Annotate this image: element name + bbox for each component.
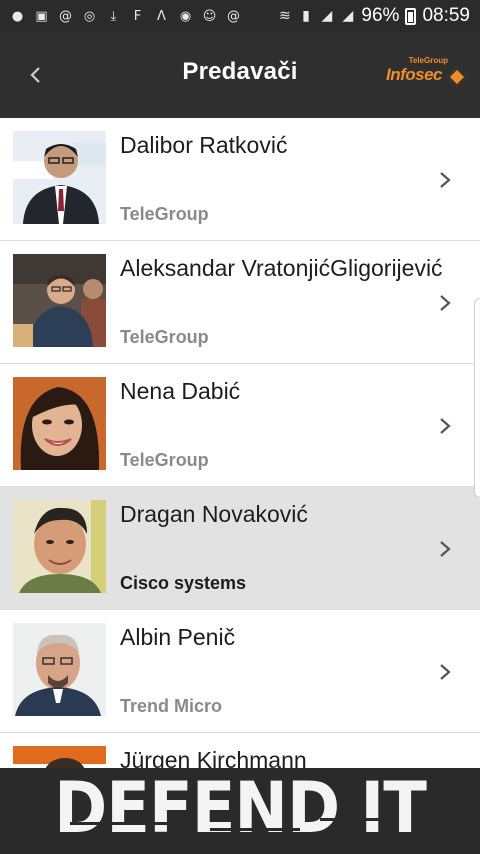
- glitch-line: [70, 822, 190, 825]
- notification-icons: ● ▣ @ ◎ ⤓ F Λ ◉ ☺ @: [10, 9, 277, 24]
- face-icon: ☺: [202, 8, 217, 24]
- logo-small-text: TeleGroup: [408, 56, 448, 65]
- speaker-photo: [13, 500, 106, 593]
- clock: 08:59: [422, 5, 470, 26]
- signal-icon: ◢: [342, 8, 354, 24]
- banner-text: DEFEND IT: [54, 768, 427, 850]
- system-status: ≋ ▮ ◢ ◢ 96% 08:59: [277, 5, 470, 27]
- speaker-photo: [13, 254, 106, 347]
- chevron-right-icon: [440, 418, 451, 434]
- speaker-photo: [13, 377, 106, 470]
- speaker-name: Jürgen Kirchmann: [120, 747, 307, 768]
- edge-panel-handle[interactable]: [474, 298, 480, 498]
- speaker-photo: [13, 746, 106, 768]
- speaker-row[interactable]: Albin Penič Trend Micro: [0, 610, 480, 733]
- glitch-line: [210, 828, 300, 831]
- battery-icon: [405, 7, 417, 25]
- speaker-name: Nena Dabić: [120, 378, 241, 404]
- speaker-name: Aleksandar VratonjićGligorijević: [120, 255, 443, 281]
- speaker-row[interactable]: Dalibor Ratković TeleGroup: [0, 118, 480, 241]
- speaker-company: TeleGroup: [120, 204, 209, 224]
- status-bar: ● ▣ @ ◎ ⤓ F Λ ◉ ☺ @ ≋ ▮ ◢ ◢ 96% 08:59: [0, 0, 480, 32]
- battery-percent: 96%: [361, 5, 400, 26]
- download-icon: ⤓: [110, 8, 117, 24]
- speaker-name: Albin Penič: [120, 624, 236, 650]
- f-icon: F: [133, 8, 142, 24]
- speaker-row[interactable]: Dragan Novaković Cisco systems: [0, 487, 480, 610]
- chevron-right-icon: [440, 295, 451, 311]
- glitch-line: [320, 818, 390, 821]
- wifi-icon: ≋: [279, 8, 291, 24]
- speaker-photo: [13, 623, 106, 716]
- infosec-logo: TeleGroup Infosec: [386, 56, 467, 92]
- logo-main-text: Infosec: [386, 65, 443, 84]
- at-icon: @: [227, 8, 240, 24]
- chevron-right-icon: [440, 664, 451, 680]
- search-icon: ◎: [83, 8, 96, 24]
- speaker-company: Trend Micro: [120, 696, 223, 716]
- at-icon: @: [59, 8, 72, 24]
- chat-icon: ●: [11, 8, 24, 24]
- speaker-company: TeleGroup: [120, 327, 209, 347]
- speaker-photo: [13, 131, 106, 224]
- sim-icon: ▮: [302, 8, 310, 24]
- speaker-row[interactable]: Nena Dabić TeleGroup: [0, 364, 480, 487]
- a-icon: Λ: [157, 8, 166, 24]
- chevron-right-icon: [440, 172, 451, 188]
- signal-icon: ◢: [321, 8, 333, 24]
- speaker-row[interactable]: Aleksandar VratonjićGligorijević TeleGro…: [0, 241, 480, 364]
- image-icon: ▣: [35, 8, 48, 24]
- speaker-name: Dalibor Ratković: [120, 132, 288, 158]
- speaker-list[interactable]: Dalibor Ratković TeleGroup Aleksandar Vr…: [0, 118, 480, 768]
- speaker-name: Dragan Novaković: [120, 501, 308, 527]
- defend-it-banner: DEFEND IT: [0, 768, 480, 854]
- chevron-right-icon: [440, 541, 451, 557]
- app-bar: Predavači TeleGroup Infosec: [0, 32, 480, 118]
- logo-diamond-icon: [447, 67, 467, 87]
- speaker-company: Cisco systems: [120, 573, 247, 593]
- speaker-company: TeleGroup: [120, 450, 209, 470]
- speaker-row[interactable]: Jürgen Kirchmann: [0, 733, 480, 768]
- volume-icon: ◉: [179, 8, 192, 24]
